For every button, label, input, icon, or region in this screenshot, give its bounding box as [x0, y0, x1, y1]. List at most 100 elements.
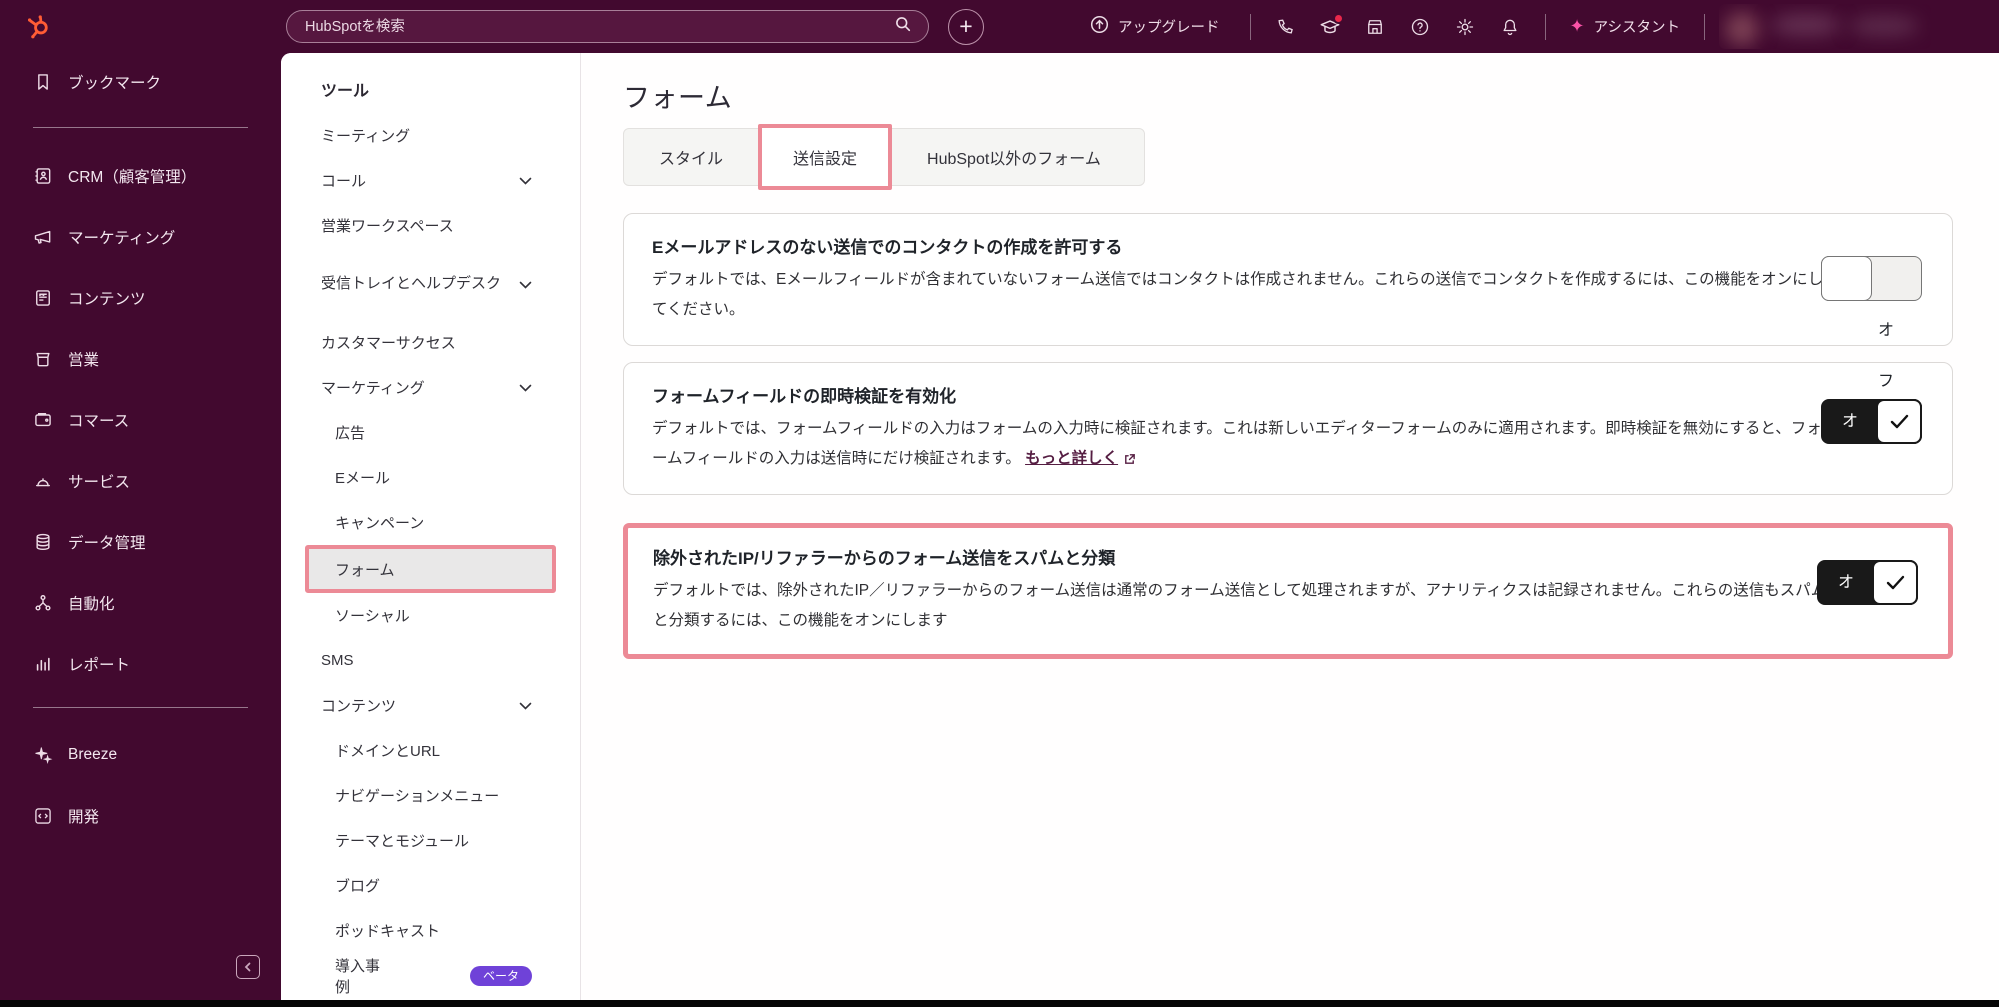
tools-item-domains-url[interactable]: ドメインとURL	[281, 728, 580, 773]
setting-title: 除外されたIP/リファラーからのフォーム送信をスパムと分類	[653, 549, 1116, 568]
settings-button[interactable]	[1443, 7, 1488, 47]
toggle-allow-contacts-without-email-off[interactable]	[1821, 256, 1922, 301]
assistant-label: アシスタント	[1593, 20, 1681, 36]
tools-item-content[interactable]: コンテンツ	[281, 683, 580, 728]
toggle-knob	[1872, 560, 1918, 605]
sidebar-item-label: 営業	[68, 351, 100, 369]
hubspot-logo-icon[interactable]	[24, 13, 52, 41]
top-bar-right: アップグレード ✦ アシスタント	[1090, 0, 1999, 53]
tools-item-themes-modules[interactable]: テーマとモジュール	[281, 818, 580, 863]
settings-tabbar: スタイル 送信設定 HubSpot以外のフォーム	[623, 124, 1145, 190]
sidebar-item-development[interactable]: 開発	[0, 785, 281, 846]
setting-card-instant-validation: フ フォームフィールドの即時検証を有効化 デフォルトでは、フォームフィールドの入…	[623, 362, 1953, 495]
content-shell: ツール ミーティング コール 営業ワークスペース 受信トレイとヘルプデスク カス…	[281, 53, 1999, 1000]
notifications-button[interactable]	[1488, 7, 1533, 47]
breeze-sparkle-icon	[35, 746, 53, 764]
help-icon	[1411, 18, 1429, 35]
tools-item-navigation-menu[interactable]: ナビゲーションメニュー	[281, 773, 580, 818]
database-icon	[36, 533, 50, 550]
tools-item-social[interactable]: ソーシャル	[281, 593, 580, 638]
search-icon	[894, 15, 912, 38]
tools-item-customer-success[interactable]: カスタマーサクセス	[281, 320, 580, 365]
learn-more-link[interactable]: もっと詳しく	[1025, 444, 1136, 474]
sidebar-item-label: Breeze	[68, 745, 118, 763]
toggle-off-label-fragment: オ	[1877, 322, 1894, 339]
tools-item-ads[interactable]: 広告	[281, 410, 580, 455]
sidebar-item-label: CRM（顧客管理）	[68, 168, 197, 186]
tools-item-podcast[interactable]: ポッドキャスト	[281, 908, 580, 953]
top-bar: + アップグレード	[0, 0, 1999, 53]
setting-title: フォームフィールドの即時検証を有効化	[652, 387, 957, 406]
document-icon	[36, 289, 50, 306]
setting-title: Eメールアドレスのない送信でのコンタクトの作成を許可する	[652, 238, 1123, 257]
sidebar-item-reports[interactable]: レポート	[0, 633, 281, 694]
sidebar-item-content[interactable]: コンテンツ	[0, 267, 281, 328]
create-button[interactable]: +	[948, 9, 984, 45]
check-icon	[1886, 575, 1904, 590]
chevron-left-icon	[244, 962, 251, 972]
sidebar-collapse-button[interactable]	[236, 955, 260, 979]
sidebar-item-label: 開発	[68, 808, 100, 826]
bookmark-icon	[38, 74, 48, 90]
tab-style[interactable]: スタイル	[624, 129, 758, 185]
tools-item-campaigns[interactable]: キャンペーン	[281, 500, 580, 545]
upgrade-icon	[1090, 15, 1109, 38]
sidebar-item-label: ブックマーク	[68, 75, 162, 92]
topbar-divider	[1704, 13, 1706, 40]
sidebar-item-breeze[interactable]: Breeze	[0, 724, 281, 785]
workflow-icon	[35, 594, 51, 611]
bar-chart-icon	[36, 657, 50, 671]
gear-icon	[1456, 18, 1474, 35]
sparkle-icon: ✦	[1569, 16, 1585, 36]
sidebar-item-commerce[interactable]: コマース	[0, 389, 281, 450]
toggle-instant-validation-on[interactable]: オ	[1821, 399, 1922, 444]
tab-submission-settings-active[interactable]: 送信設定	[758, 124, 893, 190]
tools-item-inbox-helpdesk[interactable]: 受信トレイとヘルプデスク	[281, 248, 580, 320]
setting-description: デフォルトでは、Eメールフィールドが含まれていないフォーム送信ではコンタクトは作…	[652, 271, 1824, 318]
toggle-knob	[1876, 399, 1922, 444]
sidebar-item-label: サービス	[68, 473, 131, 491]
sidebar-item-marketing[interactable]: マーケティング	[0, 206, 281, 267]
topbar-divider	[1544, 13, 1546, 40]
code-icon	[35, 807, 51, 824]
toggle-off-label-fragment: フ	[1877, 373, 1894, 390]
academy-button[interactable]	[1308, 7, 1353, 47]
marketplace-icon	[1368, 19, 1382, 34]
tools-item-marketing[interactable]: マーケティング	[281, 365, 580, 410]
sidebar-item-data[interactable]: データ管理	[0, 511, 281, 572]
tab-non-hubspot-forms[interactable]: HubSpot以外のフォーム	[892, 129, 1136, 185]
tools-item-sms[interactable]: SMS	[281, 638, 580, 683]
toggle-spam-classification-on[interactable]: オ	[1817, 560, 1918, 605]
settings-cards: Eメールアドレスのない送信でのコンタクトの作成を許可する デフォルトでは、Eメー…	[623, 213, 1953, 659]
sidebar-item-sales[interactable]: 営業	[0, 328, 281, 389]
sidebar-item-label: コマース	[68, 412, 130, 430]
avatar	[1725, 12, 1760, 46]
hubspot-app: + アップグレード	[0, 0, 1999, 1007]
sidebar-item-crm[interactable]: CRM（顧客管理）	[0, 145, 281, 206]
calls-button[interactable]	[1263, 7, 1308, 47]
tools-item-meetings[interactable]: ミーティング	[281, 113, 580, 158]
upgrade-button[interactable]: アップグレード	[1090, 15, 1220, 38]
sidebar-item-automation[interactable]: 自動化	[0, 572, 281, 633]
sidebar-item-label: コンテンツ	[68, 290, 146, 308]
sidebar-item-service[interactable]: サービス	[0, 450, 281, 511]
tools-list: ミーティング コール 営業ワークスペース 受信トレイとヘルプデスク カスタマーサ…	[281, 113, 580, 998]
assistant-button[interactable]: ✦ アシスタント	[1570, 16, 1681, 37]
tools-item-forms-selected[interactable]: フォーム	[305, 545, 556, 593]
global-search[interactable]	[286, 10, 929, 43]
setting-card-allow-contacts-without-email: Eメールアドレスのない送信でのコンタクトの作成を許可する デフォルトでは、Eメー…	[623, 213, 1953, 346]
tools-item-case-studies[interactable]: 導入事例 ベータ	[281, 953, 580, 998]
tools-item-blog[interactable]: ブログ	[281, 863, 580, 908]
bell-icon	[1503, 19, 1517, 35]
tools-panel-title: ツール	[321, 83, 370, 100]
tools-item-sales-workspace[interactable]: 営業ワークスペース	[281, 203, 580, 248]
setting-description: デフォルトでは、除外されたIP／リファラーからのフォーム送信は通常のフォーム送信…	[653, 582, 1827, 629]
sidebar-item-bookmarks[interactable]: ブックマーク	[0, 53, 281, 111]
tools-item-email[interactable]: Eメール	[281, 455, 580, 500]
service-bell-icon	[36, 477, 50, 486]
help-button[interactable]	[1398, 7, 1443, 47]
account-menu[interactable]	[1719, 4, 1931, 49]
search-input[interactable]	[303, 17, 894, 36]
tools-item-calls[interactable]: コール	[281, 158, 580, 203]
marketplace-button[interactable]	[1353, 7, 1398, 47]
